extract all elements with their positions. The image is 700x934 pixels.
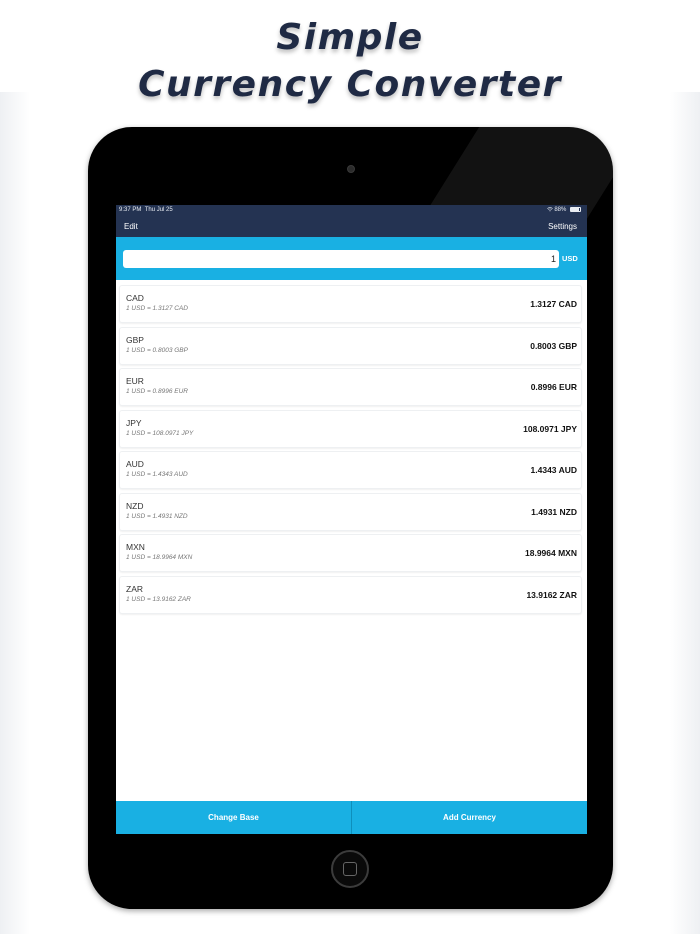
rate-row[interactable]: ZAR 1 USD = 13.9162 ZAR 13.9162 ZAR: [119, 575, 582, 614]
rate-converted-value: 1.4343 AUD: [530, 465, 577, 475]
rate-converted-value: 0.8003 GBP: [530, 340, 577, 351]
base-currency-label: USD: [562, 254, 578, 263]
wifi-icon: [546, 207, 553, 212]
rate-converted-value: 1.3127 CAD: [530, 299, 577, 309]
amount-input[interactable]: [123, 250, 559, 268]
status-bar: 9:37 PM Thu Jul 25 88%: [116, 205, 587, 216]
battery-icon: [570, 206, 581, 212]
rate-row[interactable]: AUD 1 USD = 1.4343 AUD 1.4343 AUD: [119, 451, 582, 489]
rate-row[interactable]: EUR 1 USD = 0.8996 EUR 0.8996 EUR: [119, 368, 582, 406]
rate-currency-code: JPY: [126, 417, 142, 428]
camera-icon: [347, 165, 355, 173]
home-button-icon[interactable]: [331, 850, 369, 888]
rate-row[interactable]: GBP 1 USD = 0.8003 GBP 0.8003 GBP: [119, 326, 582, 365]
rate-converted-value: 13.9162 ZAR: [526, 589, 577, 600]
edit-button[interactable]: Edit: [124, 216, 138, 237]
rate-description: 1 USD = 108.0971 JPY: [126, 429, 194, 437]
rate-description: 1 USD = 1.4931 NZD: [126, 512, 188, 520]
rate-row[interactable]: JPY 1 USD = 108.0971 JPY 108.0971 JPY: [119, 409, 582, 448]
rate-converted-value: 108.0971 JPY: [523, 423, 577, 434]
promo-headline: Simple Currency Converter: [0, 14, 700, 108]
status-clock: 9:37 PM: [119, 207, 142, 213]
rate-description: 1 USD = 1.4343 AUD: [126, 471, 188, 478]
rate-converted-value: 0.8996 EUR: [530, 382, 577, 392]
rate-converted-value: 18.9964 MXN: [525, 548, 577, 558]
rate-description: 1 USD = 0.8996 EUR: [126, 388, 188, 395]
rate-description: 1 USD = 13.9162 ZAR: [126, 595, 191, 603]
rate-currency-code: EUR: [126, 376, 144, 386]
rate-currency-code: CAD: [126, 293, 144, 303]
home-square-icon: [343, 862, 357, 876]
rate-row[interactable]: NZD 1 USD = 1.4931 NZD 1.4931 NZD: [119, 492, 582, 531]
rate-row[interactable]: CAD 1 USD = 1.3127 CAD 1.3127 CAD: [119, 285, 582, 323]
app-screen: 9:37 PM Thu Jul 25 88% Edit Settings USD: [116, 205, 587, 834]
tablet-frame: 9:37 PM Thu Jul 25 88% Edit Settings USD: [88, 127, 613, 909]
battery-fill: [571, 207, 579, 211]
amount-input-band: USD: [116, 237, 587, 280]
status-date: Thu Jul 25: [144, 207, 173, 213]
add-currency-button[interactable]: Add Currency: [352, 801, 587, 834]
rate-currency-code: GBP: [126, 334, 144, 345]
change-base-button[interactable]: Change Base: [116, 801, 351, 834]
bottom-toolbar: Change Base Add Currency: [116, 801, 587, 834]
rate-description: 1 USD = 1.3127 CAD: [126, 305, 188, 312]
promo-line-2: Currency Converter: [138, 64, 562, 105]
rate-currency-code: MXN: [126, 542, 145, 552]
rate-currency-code: AUD: [126, 459, 144, 469]
status-indicators: 88%: [546, 205, 581, 216]
rate-converted-value: 1.4931 NZD: [531, 506, 577, 517]
rate-currency-code: ZAR: [126, 583, 143, 594]
status-time: 9:37 PM Thu Jul 25: [119, 205, 173, 216]
rate-currency-code: NZD: [126, 500, 144, 511]
rate-row[interactable]: MXN 1 USD = 18.9964 MXN 18.9964 MXN: [119, 534, 582, 572]
nav-bar: Edit Settings: [116, 216, 587, 237]
promo-line-1: Simple: [276, 17, 424, 58]
rate-description: 1 USD = 0.8003 GBP: [126, 346, 188, 354]
settings-button[interactable]: Settings: [548, 216, 577, 237]
rate-description: 1 USD = 18.9964 MXN: [126, 554, 193, 561]
battery-percent: 88%: [554, 207, 567, 213]
